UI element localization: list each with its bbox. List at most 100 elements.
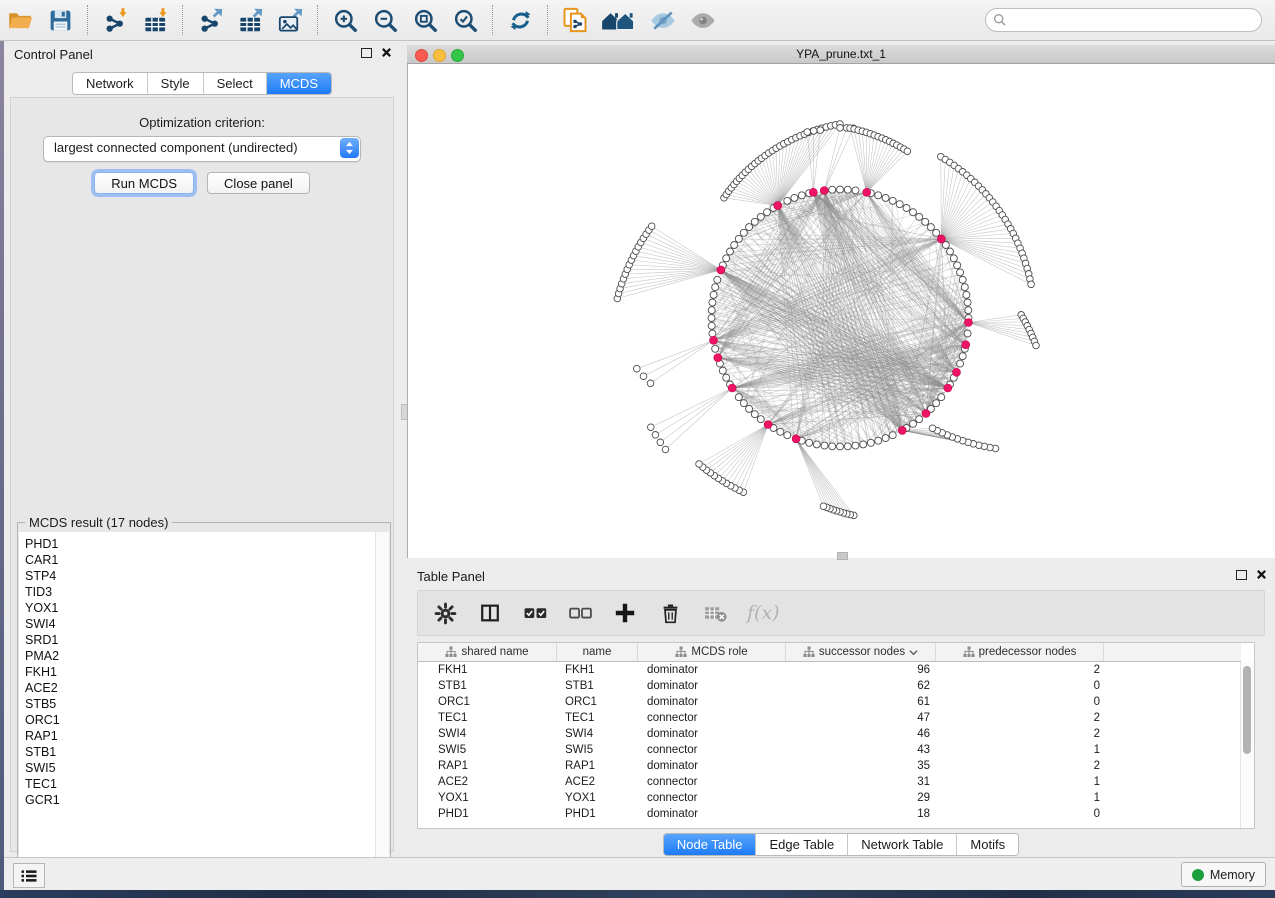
network-edge[interactable] [752,166,778,205]
export-image-button[interactable] [274,4,306,36]
zoom-out-button[interactable] [369,4,401,36]
table-cell[interactable]: SWI4 [418,728,558,740]
network-node[interactable] [938,394,945,401]
network-node[interactable] [954,262,961,269]
network-node[interactable] [751,411,758,418]
network-edge[interactable] [796,439,823,506]
table-cell[interactable]: connector [640,744,789,756]
table-row[interactable]: FKH1FKH1dominator962 [418,662,1241,678]
table-cell[interactable]: ACE2 [418,776,558,788]
network-hub-node[interactable] [710,336,718,344]
network-hub-node[interactable] [717,266,725,274]
network-node[interactable] [922,218,929,225]
network-node[interactable] [723,374,730,381]
network-edge[interactable] [824,128,853,190]
show-panels-button[interactable] [13,863,45,888]
network-node[interactable] [852,442,859,449]
table-cell[interactable]: 61 [789,696,940,708]
function-builder-button[interactable]: f(x) [747,600,780,626]
column-header-MCDS-role[interactable]: MCDS role [638,643,786,661]
network-node[interactable] [757,213,764,220]
network-leaf-node[interactable] [904,148,911,155]
network-edge[interactable] [941,172,962,239]
network-canvas[interactable] [407,64,1275,558]
table-cell[interactable]: SWI5 [558,744,640,756]
create-column-button[interactable] [612,600,638,626]
table-cell[interactable]: FKH1 [418,664,558,676]
network-edge[interactable] [707,425,769,471]
network-node[interactable] [889,432,896,439]
table-row[interactable]: SWI5SWI5connector431 [418,742,1241,758]
network-leaf-node[interactable] [696,461,703,468]
table-cell[interactable]: 96 [789,664,940,676]
network-node[interactable] [965,307,972,314]
network-node[interactable] [784,432,791,439]
network-node[interactable] [746,224,753,231]
memory-button[interactable]: Memory [1181,862,1266,887]
network-edge[interactable] [796,439,833,510]
delete-column-button[interactable] [657,600,683,626]
network-node[interactable] [882,435,889,442]
table-cell[interactable]: connector [640,776,789,788]
network-node[interactable] [957,269,964,276]
network-node[interactable] [764,209,771,216]
export-network-button[interactable] [194,4,226,36]
network-node[interactable] [727,248,734,255]
network-leaf-node[interactable] [647,380,654,387]
network-hub-node[interactable] [953,368,961,376]
search-field[interactable] [985,8,1262,32]
network-node[interactable] [712,284,719,291]
tab-style[interactable]: Style [148,73,204,94]
mcds-result-item[interactable]: ACE2 [25,680,376,696]
mcds-result-item[interactable]: PHD1 [25,536,376,552]
mcds-result-item[interactable]: TEC1 [25,776,376,792]
network-edge[interactable] [941,215,1002,239]
table-cell[interactable]: SWI5 [418,744,558,756]
table-cell[interactable]: RAP1 [558,760,640,772]
mcds-result-item[interactable]: CAR1 [25,552,376,568]
import-network-button[interactable] [99,4,131,36]
network-edge[interactable] [617,270,721,299]
network-node[interactable] [735,394,742,401]
table-cell[interactable]: connector [640,712,789,724]
close-panel-icon[interactable] [381,47,392,58]
table-cell[interactable]: 47 [789,712,940,724]
network-node[interactable] [860,441,867,448]
table-cell[interactable]: dominator [640,696,789,708]
network-edge[interactable] [722,425,768,481]
network-node[interactable] [959,276,966,283]
network-node[interactable] [947,248,954,255]
network-edge[interactable] [627,269,721,270]
network-edge[interactable] [941,162,950,239]
network-edge[interactable] [796,439,843,513]
deselect-all-rows-button[interactable] [567,600,593,626]
zoom-selected-button[interactable] [449,4,481,36]
network-hub-node[interactable] [898,426,906,434]
table-row[interactable]: ORC1ORC1dominator610 [418,694,1241,710]
column-header-name[interactable]: name [557,643,638,661]
table-row[interactable]: RAP1RAP1dominator352 [418,758,1241,774]
network-node[interactable] [731,242,738,249]
network-node[interactable] [950,255,957,262]
close-panel-button[interactable]: Close panel [207,172,310,194]
network-node[interactable] [910,420,917,427]
mcds-list-scrollbar[interactable] [375,532,389,895]
network-edge[interactable] [651,340,714,383]
network-edge[interactable] [718,425,768,479]
table-cell[interactable]: 1 [940,792,1109,804]
network-leaf-node[interactable] [634,365,641,372]
network-node[interactable] [777,428,784,435]
network-node[interactable] [798,192,805,199]
table-row[interactable]: TEC1TEC1connector472 [418,710,1241,726]
network-leaf-node[interactable] [837,125,844,132]
table-cell[interactable]: dominator [640,680,789,692]
network-node[interactable] [813,441,820,448]
table-cell[interactable]: 35 [789,760,940,772]
network-node[interactable] [959,353,966,360]
network-node[interactable] [784,197,791,204]
network-node[interactable] [882,194,889,201]
close-panel-icon[interactable] [1256,569,1267,580]
table-cell[interactable]: 1 [940,744,1109,756]
network-node[interactable] [889,197,896,204]
refresh-network-button[interactable] [504,4,536,36]
